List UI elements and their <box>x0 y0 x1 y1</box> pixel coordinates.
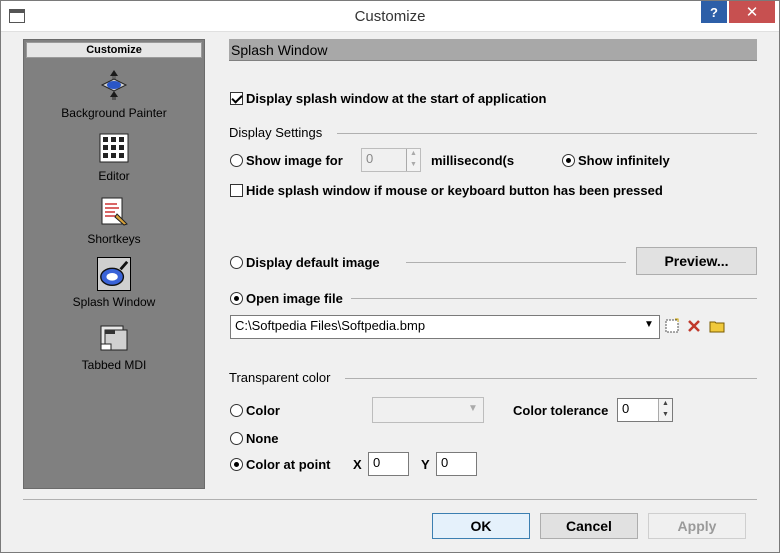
group-divider <box>345 378 757 379</box>
show-image-for-label[interactable]: Show image for <box>246 153 343 168</box>
background-painter-icon <box>100 70 128 100</box>
sidebar-item-label: Background Painter <box>61 106 167 120</box>
display-splash-checkbox[interactable] <box>230 92 243 105</box>
splash-window-icon <box>97 257 131 291</box>
customize-dialog: Customize ? ✕ Customize Background Paint… <box>0 0 780 553</box>
y-coordinate-input[interactable]: 0 <box>436 452 477 476</box>
section-title: Splash Window <box>229 39 757 61</box>
color-at-point-radio[interactable] <box>230 458 243 471</box>
shortkeys-icon <box>101 197 128 226</box>
open-image-file-label[interactable]: Open image file <box>246 291 343 306</box>
close-icon: ✕ <box>745 4 759 21</box>
sidebar: Customize Background Painter Editor Shor… <box>23 39 205 489</box>
tabbed-mdi-icon <box>100 325 128 351</box>
sidebar-item-tabbed-mdi[interactable]: Tabbed MDI <box>26 318 202 378</box>
hide-splash-checkbox[interactable] <box>230 184 243 197</box>
none-radio[interactable] <box>230 432 243 445</box>
show-infinitely-label[interactable]: Show infinitely <box>578 153 670 168</box>
apply-button[interactable]: Apply <box>648 513 746 539</box>
group-divider <box>337 133 757 134</box>
display-settings-label: Display Settings <box>229 125 323 140</box>
sidebar-item-editor[interactable]: Editor <box>26 129 202 189</box>
sidebar-item-background-painter[interactable]: Background Painter <box>26 66 202 126</box>
color-label[interactable]: Color <box>246 403 280 418</box>
help-button[interactable]: ? <box>701 1 727 23</box>
group-divider <box>406 262 626 263</box>
sidebar-item-label: Splash Window <box>72 295 156 309</box>
group-divider <box>351 298 757 299</box>
new-file-icon[interactable] <box>664 318 680 334</box>
show-duration-spinner[interactable]: ▲ ▼ <box>406 149 420 171</box>
image-path-combo[interactable]: C:\Softpedia Files\Softpedia.bmp <box>230 315 660 339</box>
delete-icon[interactable] <box>686 318 702 334</box>
display-default-image-label[interactable]: Display default image <box>246 255 380 270</box>
sidebar-item-shortkeys[interactable]: Shortkeys <box>26 192 202 252</box>
sidebar-item-label: Tabbed MDI <box>81 358 147 372</box>
display-splash-label[interactable]: Display splash window at the start of ap… <box>246 91 547 106</box>
sidebar-header[interactable]: Customize <box>26 42 202 58</box>
show-image-for-radio[interactable] <box>230 154 243 167</box>
title-bar[interactable]: Customize ? ✕ <box>1 1 779 32</box>
milliseconds-label: millisecond(s <box>431 153 515 168</box>
sidebar-item-splash-window[interactable]: Splash Window <box>26 255 202 315</box>
transparent-color-label: Transparent color <box>229 370 331 385</box>
chevron-down-icon[interactable]: ▼ <box>468 403 478 414</box>
sidebar-item-label: Editor <box>98 169 130 183</box>
color-radio[interactable] <box>230 404 243 417</box>
x-coordinate-input[interactable]: 0 <box>368 452 409 476</box>
open-image-file-radio[interactable] <box>230 292 243 305</box>
cancel-button[interactable]: Cancel <box>540 513 638 539</box>
ok-button[interactable]: OK <box>432 513 530 539</box>
window-title: Customize <box>354 8 426 25</box>
show-infinitely-radio[interactable] <box>562 154 575 167</box>
chevron-down-icon[interactable]: ▼ <box>644 319 654 330</box>
editor-icon <box>99 133 129 163</box>
close-button[interactable]: ✕ <box>729 1 775 23</box>
sidebar-item-label: Shortkeys <box>87 232 141 246</box>
open-folder-icon[interactable] <box>709 318 725 334</box>
color-at-point-label[interactable]: Color at point <box>246 457 331 472</box>
display-default-image-radio[interactable] <box>230 256 243 269</box>
y-label: Y <box>421 457 430 472</box>
footer-divider <box>23 499 757 500</box>
x-label: X <box>353 457 362 472</box>
hide-splash-label[interactable]: Hide splash window if mouse or keyboard … <box>246 183 663 198</box>
color-tolerance-spinner[interactable]: ▲ ▼ <box>658 399 672 421</box>
color-tolerance-label: Color tolerance <box>513 403 609 418</box>
preview-button[interactable]: Preview... <box>636 247 757 275</box>
none-label[interactable]: None <box>246 431 279 446</box>
